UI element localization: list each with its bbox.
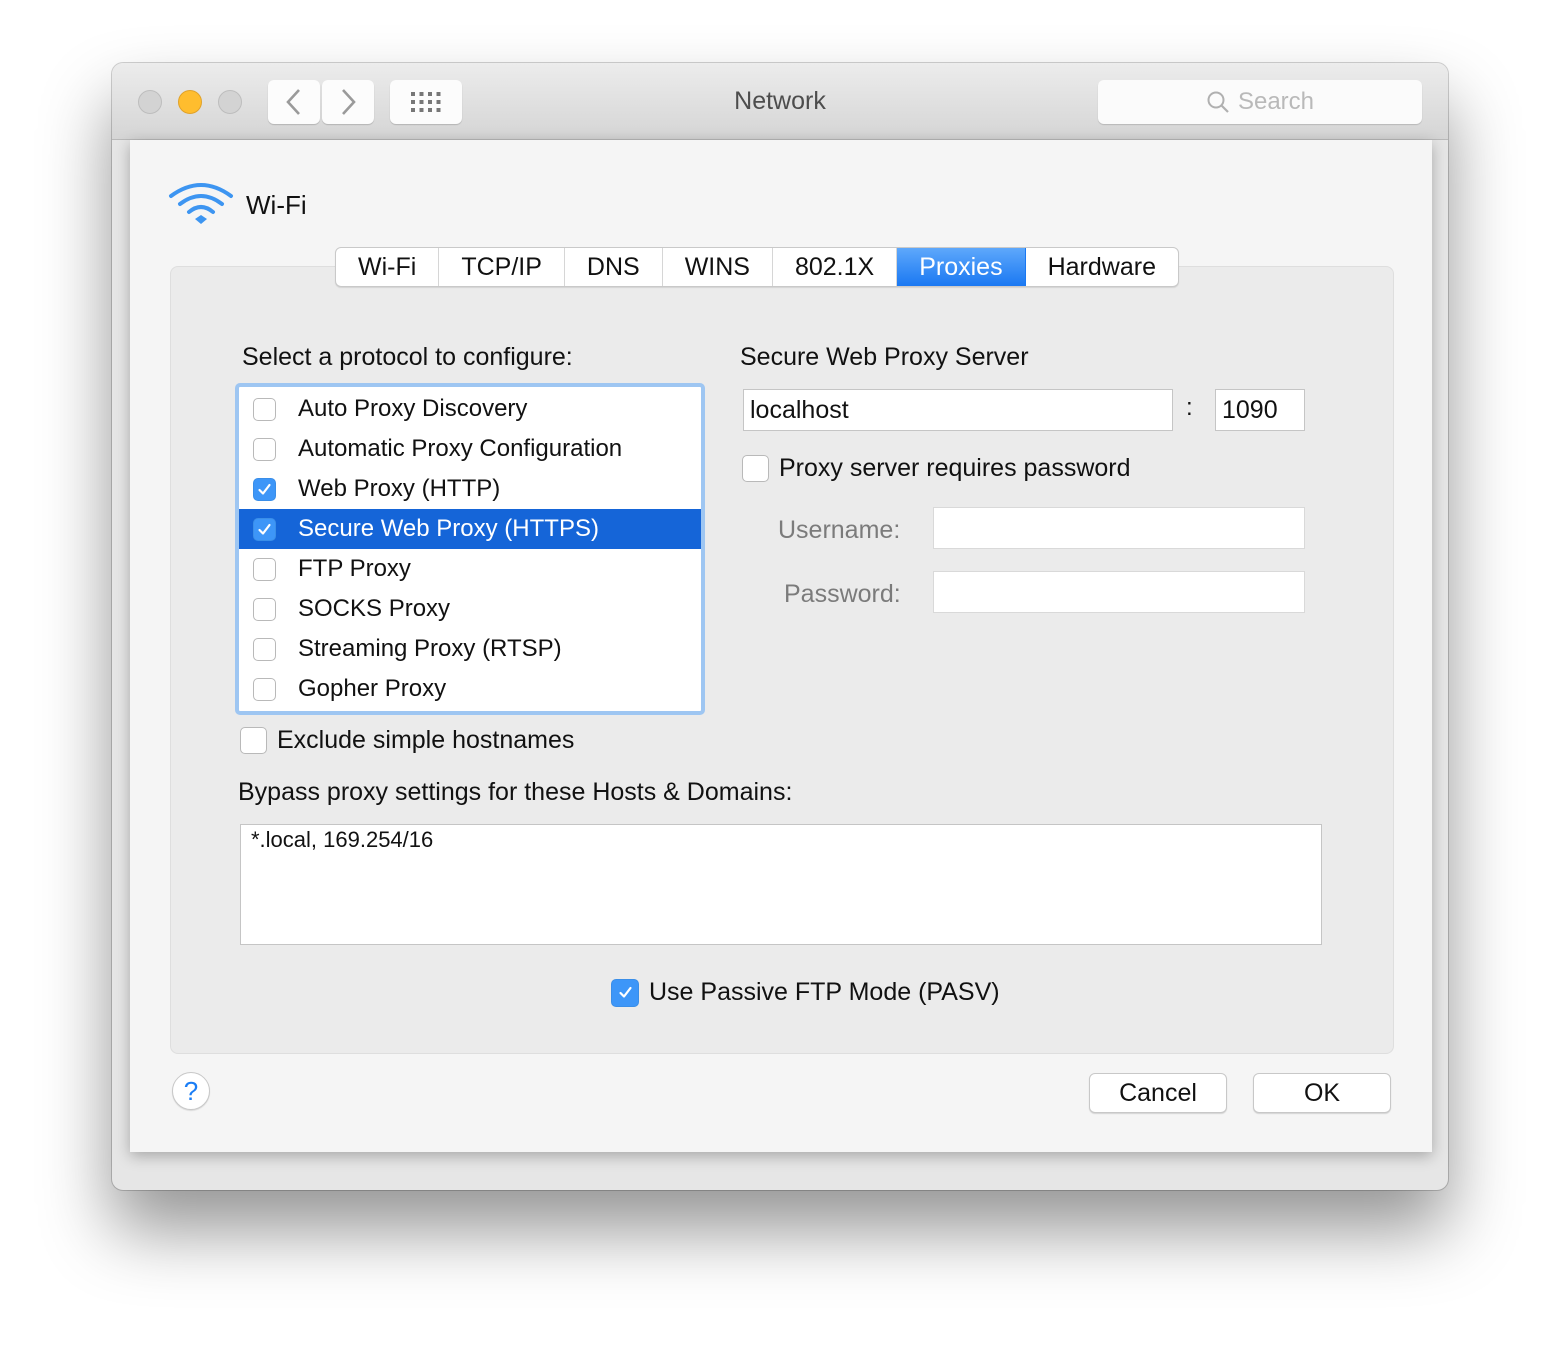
search-icon xyxy=(1207,91,1229,113)
protocol-checkbox[interactable] xyxy=(253,397,276,421)
tab-hardware[interactable]: Hardware xyxy=(1026,248,1178,286)
protocol-item[interactable]: FTP Proxy xyxy=(239,549,701,589)
password-input[interactable] xyxy=(933,571,1305,613)
tab-8021x[interactable]: 802.1X xyxy=(773,248,898,286)
protocol-checkbox[interactable] xyxy=(253,637,276,661)
ok-button[interactable]: OK xyxy=(1253,1073,1391,1113)
tab-bar: Wi-Fi TCP/IP DNS WINS 802.1X Proxies Har… xyxy=(335,247,1179,287)
protocol-item[interactable]: SOCKS Proxy xyxy=(239,589,701,629)
requires-password[interactable]: Proxy server requires password xyxy=(742,454,1131,483)
protocol-label: Automatic Proxy Configuration xyxy=(298,435,623,462)
checkmark-icon xyxy=(618,986,632,998)
help-button[interactable]: ? xyxy=(172,1072,210,1110)
tab-dns[interactable]: DNS xyxy=(565,248,663,286)
tab-wins[interactable]: WINS xyxy=(663,248,773,286)
protocol-label: Streaming Proxy (RTSP) xyxy=(298,635,562,662)
protocol-label: Web Proxy (HTTP) xyxy=(298,475,501,502)
protocol-item[interactable]: Auto Proxy Discovery xyxy=(239,389,701,429)
wifi-icon xyxy=(169,183,233,224)
protocol-checkbox[interactable] xyxy=(253,597,276,621)
proxy-host-input[interactable] xyxy=(743,389,1173,431)
passive-ftp-label: Use Passive FTP Mode (PASV) xyxy=(649,978,1000,1006)
tab-tcpip[interactable]: TCP/IP xyxy=(439,248,565,286)
protocol-label: Secure Web Proxy (HTTPS) xyxy=(298,515,599,542)
server-heading: Secure Web Proxy Server xyxy=(740,343,1029,371)
exclude-simple-hostnames[interactable]: Exclude simple hostnames xyxy=(240,726,574,755)
exclude-simple-hostnames-label: Exclude simple hostnames xyxy=(277,726,575,754)
interface-name: Wi-Fi xyxy=(246,189,307,220)
protocol-checkbox[interactable] xyxy=(253,517,276,541)
password-label: Password: xyxy=(784,580,901,608)
protocol-checkbox[interactable] xyxy=(253,557,276,581)
requires-password-checkbox[interactable] xyxy=(742,455,769,482)
proxies-sheet: Wi-Fi Wi-Fi TCP/IP DNS WINS 802.1X Proxi… xyxy=(130,140,1432,1152)
passive-ftp[interactable]: Use Passive FTP Mode (PASV) xyxy=(611,978,1000,1007)
protocol-heading: Select a protocol to configure: xyxy=(242,343,573,371)
host-port-separator: : xyxy=(1186,394,1193,421)
protocol-item[interactable]: Secure Web Proxy (HTTPS) xyxy=(239,509,701,549)
protocol-label: SOCKS Proxy xyxy=(298,595,451,622)
bypass-hosts-textarea[interactable]: *.local, 169.254/16 xyxy=(240,824,1322,945)
interface-header: Wi-Fi xyxy=(168,180,307,230)
bypass-label: Bypass proxy settings for these Hosts & … xyxy=(238,778,793,806)
protocol-item[interactable]: Web Proxy (HTTP) xyxy=(239,469,701,509)
protocol-checkbox[interactable] xyxy=(253,437,276,461)
protocol-item[interactable]: Gopher Proxy xyxy=(239,669,701,709)
username-label: Username: xyxy=(778,516,901,544)
protocol-checkbox[interactable] xyxy=(253,677,276,701)
search-field[interactable]: Search xyxy=(1098,80,1422,124)
protocol-label: Auto Proxy Discovery xyxy=(298,395,528,422)
protocol-item[interactable]: Streaming Proxy (RTSP) xyxy=(239,629,701,669)
requires-password-label: Proxy server requires password xyxy=(779,454,1131,482)
tab-wifi[interactable]: Wi-Fi xyxy=(336,248,440,286)
cancel-button[interactable]: Cancel xyxy=(1089,1073,1227,1113)
passive-ftp-checkbox[interactable] xyxy=(611,978,639,1007)
username-input[interactable] xyxy=(933,507,1305,549)
search-placeholder: Search xyxy=(1237,88,1315,115)
protocol-checkbox[interactable] xyxy=(253,477,276,501)
protocol-label: Gopher Proxy xyxy=(298,675,447,702)
protocol-label: FTP Proxy xyxy=(298,555,411,582)
question-mark-icon: ? xyxy=(183,1075,199,1106)
checkmark-icon xyxy=(258,483,271,495)
protocol-list[interactable]: Auto Proxy Discovery Automatic Proxy Con… xyxy=(235,383,705,715)
title-bar: Network Search xyxy=(112,63,1448,140)
checkmark-icon xyxy=(258,523,271,535)
tab-proxies[interactable]: Proxies xyxy=(897,248,1026,286)
protocol-item[interactable]: Automatic Proxy Configuration xyxy=(239,429,701,469)
proxy-port-input[interactable] xyxy=(1215,389,1305,431)
exclude-simple-hostnames-checkbox[interactable] xyxy=(240,727,267,754)
